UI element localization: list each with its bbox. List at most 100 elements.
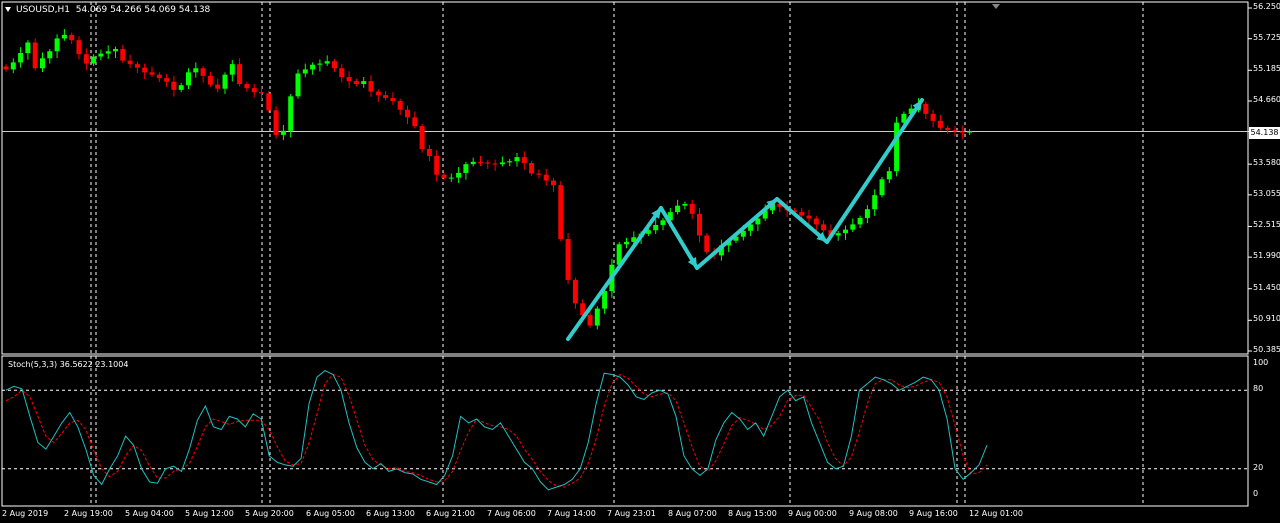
candle-bear (945, 127, 951, 131)
candle-bull (843, 229, 848, 234)
candle-bull (54, 38, 60, 52)
candle-bear (565, 239, 571, 280)
candle-bear (383, 95, 389, 99)
candle-bear (120, 48, 126, 61)
trend-arrow-segment (695, 197, 779, 270)
dropdown-triangle-icon[interactable] (5, 6, 11, 12)
candle-bear (142, 67, 148, 73)
candle-bear (536, 173, 542, 175)
candle-bull (105, 51, 111, 54)
candle-bear (930, 113, 936, 121)
candle-bear (543, 174, 549, 181)
candle-bear (251, 88, 257, 93)
candle-bear (69, 34, 75, 41)
candle-bear (32, 42, 38, 69)
candle-bull (967, 131, 973, 133)
time-tick-label: 5 Aug 20:00 (245, 509, 294, 518)
candle-bull (470, 161, 476, 165)
stoch-panel-frame (1, 355, 1249, 507)
candle-bull (886, 171, 892, 180)
price-panel-frame (1, 1, 1249, 355)
candle-bear (134, 64, 140, 68)
candle-bear (3, 66, 9, 70)
price-tick-label: 53.055 (1253, 188, 1280, 198)
candle-bear (405, 109, 410, 118)
candle-bear (390, 98, 396, 101)
candle-bear (259, 92, 264, 94)
candle-bull (295, 73, 301, 97)
time-tick-label: 7 Aug 14:00 (547, 509, 596, 518)
candle-bull (288, 96, 294, 131)
time-tick-label: 9 Aug 16:00 (909, 509, 958, 518)
candle-bull (864, 209, 870, 218)
candle-bull (894, 122, 900, 172)
candle-bear (923, 103, 929, 114)
candle-bear (806, 215, 812, 219)
chart-canvas[interactable] (0, 0, 1280, 523)
candle-bear (368, 81, 374, 92)
candle-bull (18, 53, 24, 63)
scroll-marker-icon (992, 4, 1000, 9)
candle-bear (397, 100, 403, 110)
time-tick-label: 7 Aug 23:01 (607, 509, 656, 518)
candle-bull (361, 81, 367, 85)
candle-bear (426, 148, 432, 156)
candle-bull (624, 241, 629, 245)
candle-bear (434, 155, 440, 175)
price-tick-label: 51.990 (1253, 251, 1280, 261)
candle-bear (412, 117, 418, 127)
candle-bull (98, 53, 104, 57)
candle-bear (959, 131, 965, 133)
candle-bull (186, 72, 191, 86)
candle-bear (76, 40, 82, 55)
candle-bear (164, 78, 170, 82)
candle-bull (507, 161, 513, 163)
candle-bull (872, 195, 878, 210)
ohlc-values: 54.069 54.266 54.069 54.138 (75, 5, 211, 15)
price-tick-label: 55.725 (1253, 32, 1280, 42)
candle-bear (127, 60, 133, 65)
candle-bull (113, 48, 118, 52)
candle-bull (178, 85, 184, 90)
candle-bear (799, 212, 805, 216)
candle-bear (529, 162, 535, 174)
candle-bull (499, 162, 505, 165)
candle-bull (456, 172, 462, 178)
candle-bull (514, 157, 520, 162)
symbol-info: USOUSD,H1 54.069 54.266 54.069 54.138 (2, 5, 210, 15)
stoch-tick-label: 20 (1253, 462, 1264, 472)
candle-bull (682, 203, 688, 206)
candle-bear (697, 213, 702, 236)
candle-bear (572, 279, 578, 304)
time-tick-label: 6 Aug 05:00 (306, 509, 355, 518)
time-tick-label: 6 Aug 13:00 (366, 509, 415, 518)
candle-bear (346, 77, 352, 82)
candle-bear (375, 91, 381, 96)
trading-chart[interactable]: USOUSD,H1 54.069 54.266 54.069 54.138 St… (0, 0, 1280, 523)
candle-bear (273, 110, 279, 135)
candle-bear (821, 224, 827, 231)
stoch-tick-label: 100 (1253, 358, 1269, 367)
candle-bear (207, 75, 213, 85)
candle-bear (558, 185, 564, 240)
candle-bear (689, 203, 695, 214)
candle-bear (587, 315, 593, 326)
time-tick-label: 12 Aug 01:00 (969, 509, 1023, 518)
candle-bull (448, 177, 454, 179)
candle-bull (40, 58, 45, 69)
price-tick-label: 52.515 (1253, 220, 1280, 230)
stoch-tick-label: 0 (1253, 489, 1259, 498)
candle-bear (156, 74, 162, 79)
candle-bear (215, 84, 221, 89)
time-tick-label: 9 Aug 00:00 (788, 509, 837, 518)
candle-bear (171, 81, 177, 90)
candle-bear (492, 163, 498, 165)
candle-bear (478, 161, 483, 163)
candle-bull (857, 217, 863, 225)
current-price-tag: 54.138 (1249, 127, 1280, 139)
time-tick-label: 7 Aug 06:00 (487, 509, 536, 518)
candle-bull (47, 51, 53, 59)
candle-bear (200, 68, 206, 76)
candle-bull (317, 63, 323, 65)
time-tick-label: 5 Aug 12:00 (185, 509, 234, 518)
